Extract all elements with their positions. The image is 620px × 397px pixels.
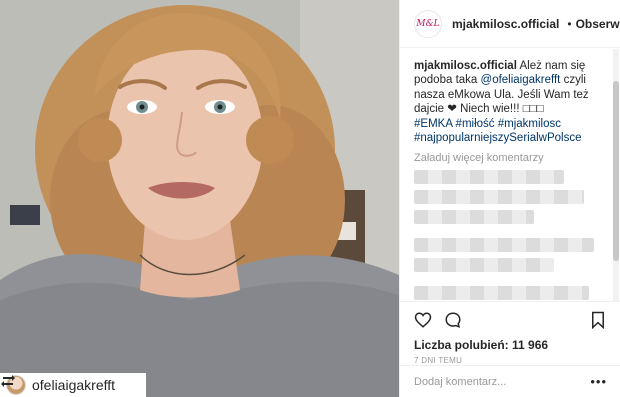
comments-scrollbar[interactable]	[613, 49, 619, 301]
comments-section: mjakmilosc.official Ależ nam się podoba …	[400, 49, 613, 301]
repost-username[interactable]: ofeliaigakrefft	[32, 377, 115, 393]
blurred-comment	[414, 258, 554, 273]
post-photo[interactable]: ofeliaigakrefft	[0, 0, 399, 397]
blurred-comment	[414, 210, 534, 225]
caption-mention[interactable]: @ofeliaigakrefft	[481, 74, 561, 86]
comment-input[interactable]	[414, 375, 591, 388]
account-logo-text: M&L	[416, 18, 440, 29]
bookmark-icon[interactable]	[589, 311, 607, 329]
repost-icon	[1, 375, 15, 387]
portrait-illustration	[0, 0, 399, 397]
more-options-icon[interactable]: •••	[590, 374, 607, 389]
add-comment-bar: •••	[400, 365, 620, 397]
caption-hashtags-2[interactable]: #najpopularniejszySerialwPolsce	[414, 131, 610, 145]
blurred-comment	[414, 190, 584, 205]
account-avatar[interactable]: M&L	[414, 9, 442, 38]
caption-username[interactable]: mjakmilosc.official	[414, 60, 517, 72]
blurred-comment	[414, 170, 564, 185]
post-header: M&L mjakmilosc.official • Obserwowa	[400, 0, 620, 48]
account-username[interactable]: mjakmilosc.official	[452, 17, 559, 31]
post-sidebar: M&L mjakmilosc.official • Obserwowa mjak…	[399, 0, 620, 397]
heart-icon[interactable]	[414, 311, 432, 329]
blurred-comment	[414, 238, 594, 253]
blurred-comment	[414, 286, 589, 301]
scrollbar-thumb[interactable]	[613, 81, 619, 261]
comment-icon[interactable]	[444, 311, 462, 329]
action-icons	[414, 310, 607, 330]
post-caption: mjakmilosc.official Ależ nam się podoba …	[414, 59, 610, 145]
separator-dot: •	[567, 16, 572, 31]
load-more-comments[interactable]: Załaduj więcej komentarzy	[414, 152, 613, 164]
repost-attribution[interactable]: ofeliaigakrefft	[0, 373, 146, 397]
follow-button[interactable]: Obserwowa	[576, 17, 620, 31]
post-actions: Liczba polubień: 11 966 7 DNI TEMU	[400, 301, 620, 365]
caption-hashtags-1[interactable]: #EMKA #miłość #mjakmilosc	[414, 117, 610, 131]
post-timestamp[interactable]: 7 DNI TEMU	[414, 356, 607, 365]
likes-count[interactable]: Liczba polubień: 11 966	[414, 338, 607, 352]
